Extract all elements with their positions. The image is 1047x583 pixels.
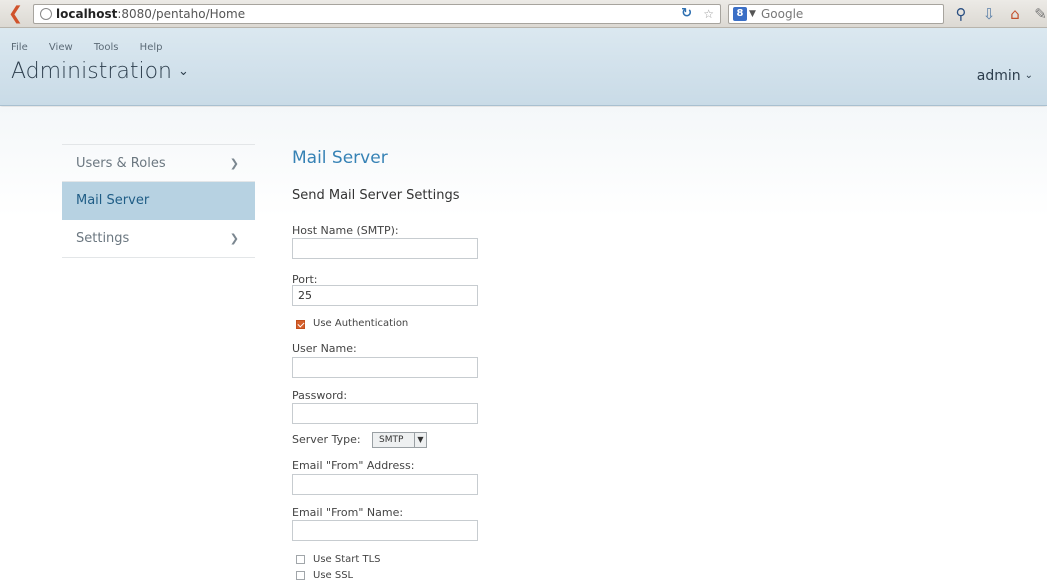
host-field[interactable] — [292, 238, 478, 259]
password-field[interactable] — [292, 403, 478, 424]
download-icon[interactable]: ⇩ — [980, 5, 998, 23]
home-icon[interactable]: ⌂ — [1006, 5, 1024, 23]
menu-help[interactable]: Help — [140, 42, 163, 53]
url-text: localhost:8080/pentaho/Home — [56, 7, 246, 21]
extension-icon[interactable]: ✎ — [1034, 5, 1047, 23]
username-field[interactable] — [292, 357, 478, 378]
menu-bar: File View Tools Help — [11, 42, 180, 53]
mail-server-panel: Mail Server Send Mail Server Settings Ho… — [292, 148, 712, 581]
chevron-down-icon[interactable]: ▼ — [749, 5, 756, 23]
server-type-select[interactable]: SMTP ▼ — [372, 432, 427, 448]
sidebar-item-label: Mail Server — [76, 193, 150, 208]
panel-title: Mail Server — [292, 148, 388, 168]
menu-view[interactable]: View — [49, 42, 73, 53]
from-address-label: Email "From" Address: — [292, 459, 415, 472]
sidebar-item-settings[interactable]: Settings ❯ — [62, 220, 255, 258]
use-ssl-checkbox[interactable] — [296, 571, 305, 580]
search-placeholder: Google — [761, 7, 804, 21]
search-icon[interactable]: ⚲ — [952, 5, 970, 23]
chevron-right-icon: ❯ — [229, 232, 239, 245]
from-address-field[interactable] — [292, 474, 478, 495]
server-type-label: Server Type: — [292, 433, 361, 446]
use-ssl-label: Use SSL — [313, 570, 354, 581]
from-name-field[interactable] — [292, 520, 478, 541]
use-start-tls-checkbox[interactable] — [296, 555, 305, 564]
url-bar[interactable]: localhost:8080/pentaho/Home ↻ ☆ — [33, 4, 721, 24]
search-bar[interactable]: 8 ▼ Google — [728, 4, 944, 24]
section-title: Send Mail Server Settings — [292, 188, 460, 203]
chevron-down-icon[interactable]: ▼ — [414, 433, 426, 447]
bookmark-star-icon[interactable]: ☆ — [703, 5, 714, 23]
search-engine-icon[interactable]: 8 — [733, 7, 747, 21]
host-label: Host Name (SMTP): — [292, 224, 399, 237]
port-field[interactable] — [292, 285, 478, 306]
sidebar-item-label: Settings — [76, 231, 130, 246]
perspective-switcher[interactable]: Administration ⌄ — [11, 59, 189, 84]
use-start-tls-label: Use Start TLS — [313, 554, 381, 565]
sidebar-item-mail-server[interactable]: Mail Server — [62, 182, 255, 220]
menu-file[interactable]: File — [11, 42, 28, 53]
username[interactable]: admin — [977, 68, 1021, 84]
user-menu[interactable]: admin ⌄ — [977, 68, 1033, 84]
reload-icon[interactable]: ↻ — [681, 5, 692, 23]
sidebar-item-users-roles[interactable]: Users & Roles ❯ — [62, 144, 255, 182]
chevron-down-icon[interactable]: ⌄ — [1025, 70, 1033, 81]
use-authentication-label: Use Authentication — [313, 318, 409, 329]
server-type-value: SMTP — [379, 435, 404, 445]
sidebar-item-label: Users & Roles — [76, 156, 166, 171]
back-arrow-icon[interactable]: ❮ — [8, 5, 24, 23]
use-authentication-checkbox[interactable] — [296, 320, 305, 329]
globe-icon — [40, 8, 52, 20]
admin-sidebar: Users & Roles ❯ Mail Server Settings ❯ — [62, 144, 255, 258]
menu-tools[interactable]: Tools — [94, 42, 119, 53]
browser-toolbar: ❮ localhost:8080/pentaho/Home ↻ ☆ 8 ▼ Go… — [0, 0, 1047, 28]
app-header: File View Tools Help Administration ⌄ adm… — [0, 28, 1047, 106]
page-title[interactable]: Administration — [11, 59, 172, 84]
password-label: Password: — [292, 389, 348, 402]
chevron-down-icon[interactable]: ⌄ — [178, 64, 189, 79]
from-name-label: Email "From" Name: — [292, 506, 404, 519]
chevron-right-icon: ❯ — [229, 157, 239, 170]
username-label: User Name: — [292, 342, 357, 355]
